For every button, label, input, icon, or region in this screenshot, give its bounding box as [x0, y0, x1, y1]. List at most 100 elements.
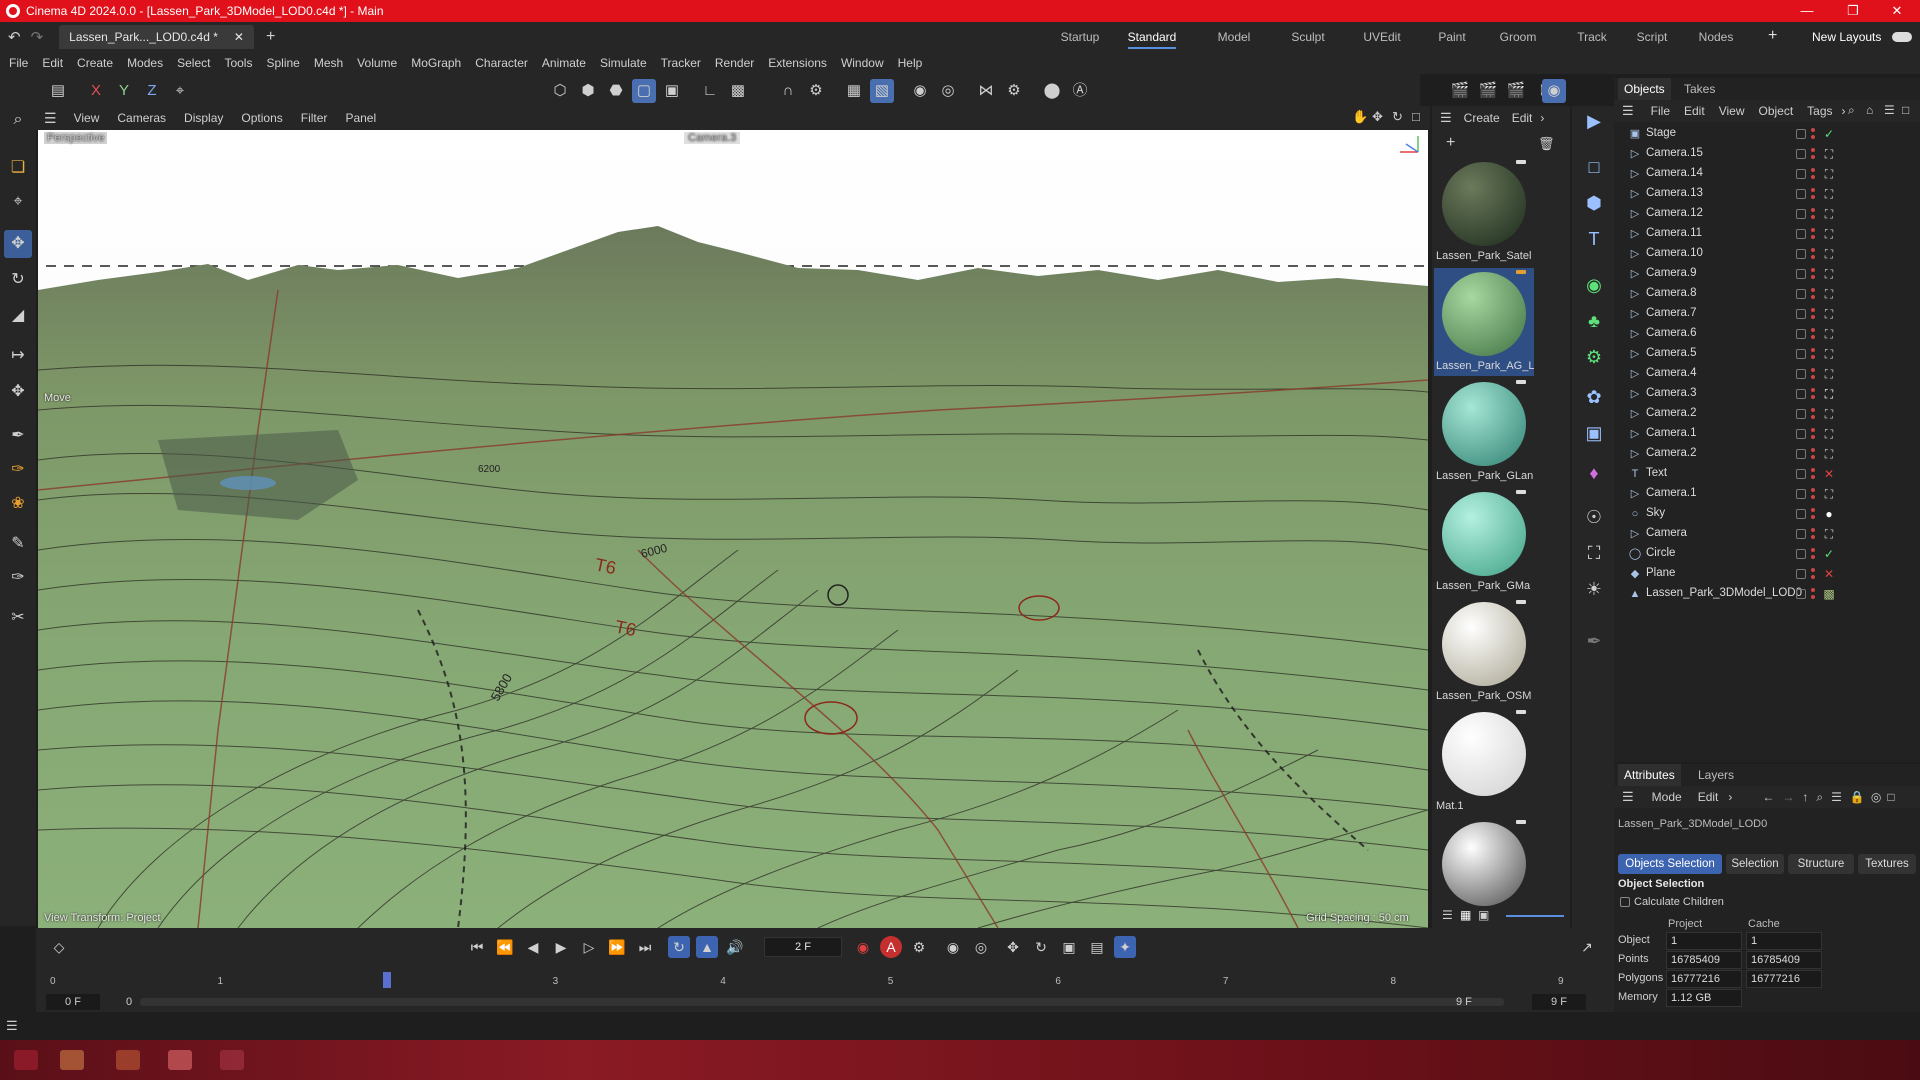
keyframe-icon[interactable]: ◇: [48, 936, 70, 958]
camera-target-icon[interactable]: ⛶: [1822, 347, 1836, 361]
layout-tab-script[interactable]: Script: [1624, 22, 1680, 52]
camera-target-icon[interactable]: ⛶: [1822, 227, 1836, 241]
visibility-editor-dot[interactable]: [1811, 348, 1815, 352]
autokey-record-icon[interactable]: A: [880, 936, 902, 958]
visibility-render-dot[interactable]: [1811, 155, 1815, 159]
menu-tracker[interactable]: Tracker: [654, 52, 708, 74]
layout-tab-startup[interactable]: Startup: [1052, 22, 1108, 52]
viewport-menu-cameras[interactable]: Cameras: [117, 111, 166, 125]
visibility-render-dot[interactable]: [1811, 315, 1815, 319]
text-create-icon[interactable]: T: [1579, 224, 1609, 254]
spline-smooth-icon[interactable]: ❀: [4, 490, 32, 518]
y-axis-lock[interactable]: Y: [112, 79, 136, 103]
object-row[interactable]: ▲ Lassen_Park_3DModel_LOD0 ▩: [1614, 584, 1920, 604]
preview-range-bar[interactable]: [140, 998, 1504, 1006]
object-row[interactable]: ▷ Camera.1 ⛶: [1614, 484, 1920, 504]
visibility-editor-dot[interactable]: [1811, 248, 1815, 252]
material-swatch[interactable]: Lassen_Park_GMa: [1434, 488, 1534, 596]
layer-checkbox[interactable]: [1796, 589, 1806, 599]
generator-create-icon[interactable]: ⚙: [1579, 342, 1609, 372]
scene-camera-create-icon[interactable]: ⛶: [1579, 538, 1609, 568]
visibility-editor-dot[interactable]: [1811, 128, 1815, 132]
preview-start-field[interactable]: 0 F: [126, 994, 140, 1024]
layer-checkbox[interactable]: [1796, 269, 1806, 279]
go-to-start-icon[interactable]: ⏮: [466, 936, 488, 958]
new-tab-icon[interactable]: +: [266, 28, 275, 46]
next-frame-icon[interactable]: ▷: [578, 936, 600, 958]
record-rotation-icon[interactable]: ◎: [970, 936, 992, 958]
delete-material-icon[interactable]: 🗑: [1538, 136, 1555, 152]
visibility-render-dot[interactable]: [1811, 375, 1815, 379]
object-row[interactable]: ▷ Camera.15 ⛶: [1614, 144, 1920, 164]
material-more-icon[interactable]: ›: [1540, 111, 1544, 125]
spline-pen-icon[interactable]: ✒: [4, 422, 32, 450]
visibility-render-dot[interactable]: [1811, 415, 1815, 419]
visibility-editor-dot[interactable]: [1811, 288, 1815, 292]
material-swatch[interactable]: Lassen_Park_AG_L: [1434, 268, 1534, 376]
attributes-search-icon[interactable]: ⌕: [1816, 790, 1823, 805]
material-hamburger-icon[interactable]: ☰: [1440, 110, 1452, 126]
objects-home-icon[interactable]: ⌂: [1866, 103, 1873, 117]
material-swatch[interactable]: Lassen_Park_Satel: [1434, 158, 1534, 266]
check-icon[interactable]: ✓: [1822, 547, 1836, 561]
visibility-editor-dot[interactable]: [1811, 588, 1815, 592]
objects-menu-tags[interactable]: Tags: [1807, 104, 1832, 118]
object-row[interactable]: ▷ Camera.14 ⛶: [1614, 164, 1920, 184]
viewport-menu-view[interactable]: View: [74, 111, 100, 125]
layer-checkbox[interactable]: [1796, 569, 1806, 579]
object-row[interactable]: ◆ Plane ✕: [1614, 564, 1920, 584]
document-tab[interactable]: Lassen_Park..._LOD0.c4d * ✕: [59, 25, 254, 49]
layout-tab-sculpt[interactable]: Sculpt: [1280, 22, 1336, 52]
sky-tag-icon[interactable]: ●: [1822, 507, 1836, 521]
object-row[interactable]: ▷ Camera.2 ⛶: [1614, 444, 1920, 464]
layer-checkbox[interactable]: [1796, 429, 1806, 439]
solo-mode-icon[interactable]: ▩: [726, 79, 750, 103]
menu-render[interactable]: Render: [708, 52, 761, 74]
menu-edit[interactable]: Edit: [35, 52, 70, 74]
coordinate-system-icon[interactable]: ⌖: [168, 79, 192, 103]
transform-tool-icon[interactable]: ✥: [4, 378, 32, 406]
object-row[interactable]: ▣ Stage ✓: [1614, 124, 1920, 144]
visibility-editor-dot[interactable]: [1811, 228, 1815, 232]
mograph-create-icon[interactable]: ♣: [1579, 306, 1609, 336]
sound-icon[interactable]: 🔊: [724, 936, 746, 958]
visibility-render-dot[interactable]: [1811, 555, 1815, 559]
visibility-render-dot[interactable]: [1811, 195, 1815, 199]
visibility-render-dot[interactable]: [1811, 355, 1815, 359]
interpolation-icon[interactable]: ✦: [1114, 936, 1136, 958]
scale-tool-icon[interactable]: ◢: [4, 302, 32, 330]
camera-target-icon[interactable]: ⛶: [1822, 307, 1836, 321]
camera-target-icon[interactable]: ⛶: [1822, 167, 1836, 181]
new-layouts-label[interactable]: New Layouts: [1812, 30, 1881, 44]
objects-menu-edit[interactable]: Edit: [1684, 104, 1705, 118]
menu-character[interactable]: Character: [468, 52, 535, 74]
selection-filter-icon[interactable]: ⌖: [4, 188, 32, 216]
tab-layers[interactable]: Layers: [1692, 764, 1740, 786]
snap-magnet-icon[interactable]: ∩: [776, 79, 800, 103]
visibility-editor-dot[interactable]: [1811, 368, 1815, 372]
visibility-render-dot[interactable]: [1811, 135, 1815, 139]
object-row[interactable]: ▷ Camera ⛶: [1614, 524, 1920, 544]
layer-checkbox[interactable]: [1796, 469, 1806, 479]
visibility-render-dot[interactable]: [1811, 295, 1815, 299]
preview-end-field[interactable]: 9 F: [1456, 994, 1486, 1010]
edges-mode-icon[interactable]: ⬢: [576, 79, 600, 103]
timeline-graph-icon[interactable]: ↗: [1576, 936, 1598, 958]
object-row[interactable]: ◯ Circle ✓: [1614, 544, 1920, 564]
structure-button[interactable]: Structure: [1788, 854, 1854, 874]
layer-checkbox[interactable]: [1796, 169, 1806, 179]
layer-checkbox[interactable]: [1796, 549, 1806, 559]
attributes-new-window-icon[interactable]: □: [1887, 790, 1894, 804]
visibility-editor-dot[interactable]: [1811, 388, 1815, 392]
visibility-render-dot[interactable]: [1811, 575, 1815, 579]
material-tag-icon[interactable]: ▩: [1822, 587, 1836, 601]
attributes-menu-mode[interactable]: Mode: [1652, 790, 1682, 804]
grid-snap-icon[interactable]: ▦: [842, 79, 866, 103]
cross-icon[interactable]: ✕: [1822, 567, 1836, 581]
viewport-solo-icon[interactable]: ▤: [46, 79, 70, 103]
menu-extensions[interactable]: Extensions: [761, 52, 834, 74]
layer-checkbox[interactable]: [1796, 329, 1806, 339]
taskbar-app-icon[interactable]: [220, 1050, 244, 1070]
previous-frame-icon[interactable]: ◀: [522, 936, 544, 958]
layout-tab-standard[interactable]: Standard: [1124, 22, 1180, 52]
